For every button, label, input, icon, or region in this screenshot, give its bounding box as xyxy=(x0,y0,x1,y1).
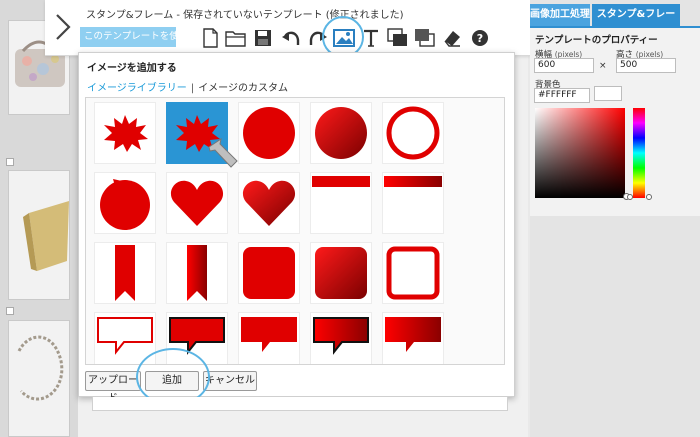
dialog-title: イメージを追加する xyxy=(87,63,177,74)
chain-image xyxy=(17,335,64,401)
tab-stamp-frame[interactable]: スタンプ&フレーム xyxy=(592,4,680,42)
hue-knob-left[interactable] xyxy=(627,194,633,200)
send-backward-icon[interactable] xyxy=(413,26,437,50)
dialog-tabs: イメージライブラリー | イメージのカスタム xyxy=(87,79,288,94)
thumbnail-strip xyxy=(0,0,78,437)
tab-image-custom[interactable]: イメージのカスタム xyxy=(198,83,288,94)
bring-forward-icon[interactable] xyxy=(386,26,410,50)
chevron-right-icon[interactable] xyxy=(52,12,74,42)
shape-ribbon[interactable] xyxy=(94,242,156,304)
shape-square-frame[interactable] xyxy=(382,242,444,304)
svg-text:?: ? xyxy=(477,32,483,45)
tab-image-processing[interactable]: 画像加工処理 xyxy=(530,4,590,26)
shape-rounded-square[interactable] xyxy=(238,242,300,304)
properties-title: テンプレートのプロパティー xyxy=(535,35,658,46)
undo-icon[interactable] xyxy=(279,26,303,50)
right-panel: 画像加工処理 スタンプ&フレーム テンプレートのプロパティー 横幅 (pixel… xyxy=(530,0,700,437)
shape-circle[interactable] xyxy=(238,102,300,164)
shape-speech[interactable] xyxy=(238,312,300,364)
tab-image-library[interactable]: イメージライブラリー xyxy=(87,83,187,94)
bg-color-input[interactable]: #FFFFFF xyxy=(534,88,590,103)
image-library-grid xyxy=(85,97,505,365)
eraser-icon[interactable] xyxy=(440,26,464,50)
redo-icon[interactable] xyxy=(306,26,330,50)
shape-ribbon-gradient[interactable] xyxy=(166,242,228,304)
hue-knob-right[interactable] xyxy=(646,194,652,200)
open-folder-icon[interactable] xyxy=(224,26,248,50)
shape-speech-black-border[interactable] xyxy=(166,312,228,364)
color-swatch[interactable] xyxy=(594,86,622,101)
use-template-button[interactable]: このテンプレートを使用 xyxy=(80,27,176,47)
thumbnail-checkbox[interactable] xyxy=(6,158,14,166)
shape-heart-gradient[interactable] xyxy=(238,172,300,234)
page-title: スタンプ&フレーム - 保存されていないテンプレート (修正されました) xyxy=(86,10,404,21)
shape-starburst[interactable] xyxy=(94,102,156,164)
shape-seal[interactable] xyxy=(94,172,156,234)
right-panel-tabs: 画像加工処理 スタンプ&フレーム xyxy=(530,4,700,42)
template-properties: テンプレートのプロパティー 横幅 (pixels) 高さ (pixels) 60… xyxy=(530,26,700,216)
cancel-button[interactable]: キャンセル xyxy=(203,371,257,391)
color-picker-field[interactable] xyxy=(535,108,625,198)
card-image xyxy=(23,201,69,271)
hue-slider[interactable] xyxy=(633,108,645,198)
thumbnail-checkbox[interactable] xyxy=(6,307,14,315)
canvas-edge xyxy=(92,397,508,411)
text-icon[interactable] xyxy=(359,26,383,50)
height-input[interactable]: 500 xyxy=(616,58,676,73)
shape-rounded-square-gradient[interactable] xyxy=(310,242,372,304)
help-icon[interactable]: ? xyxy=(468,26,492,50)
shape-ring[interactable] xyxy=(382,102,444,164)
shape-circle-gradient[interactable] xyxy=(310,102,372,164)
shape-speech-outline[interactable] xyxy=(94,312,156,364)
shape-top-bar[interactable] xyxy=(310,172,372,234)
new-file-icon[interactable] xyxy=(198,26,222,50)
shape-heart[interactable] xyxy=(166,172,228,234)
shape-speech-gradient[interactable] xyxy=(382,312,444,364)
shape-speech-gradient-border[interactable] xyxy=(310,312,372,364)
times-sign: × xyxy=(599,61,607,71)
thumbnail-card[interactable] xyxy=(8,170,70,300)
upload-button[interactable]: アップロード xyxy=(85,371,141,404)
width-input[interactable]: 600 xyxy=(534,58,594,73)
tab-separator: | xyxy=(190,83,195,94)
pointer-arrow-icon xyxy=(208,137,238,168)
add-image-dialog: イメージを追加する イメージライブラリー | イメージのカスタム アップロー 追… xyxy=(78,52,515,404)
add-button[interactable]: 追加 xyxy=(145,371,199,391)
add-image-icon[interactable] xyxy=(332,26,356,50)
save-icon[interactable] xyxy=(251,26,275,50)
thumbnail-chain[interactable] xyxy=(8,320,70,437)
shape-top-bar-gradient[interactable] xyxy=(382,172,444,234)
